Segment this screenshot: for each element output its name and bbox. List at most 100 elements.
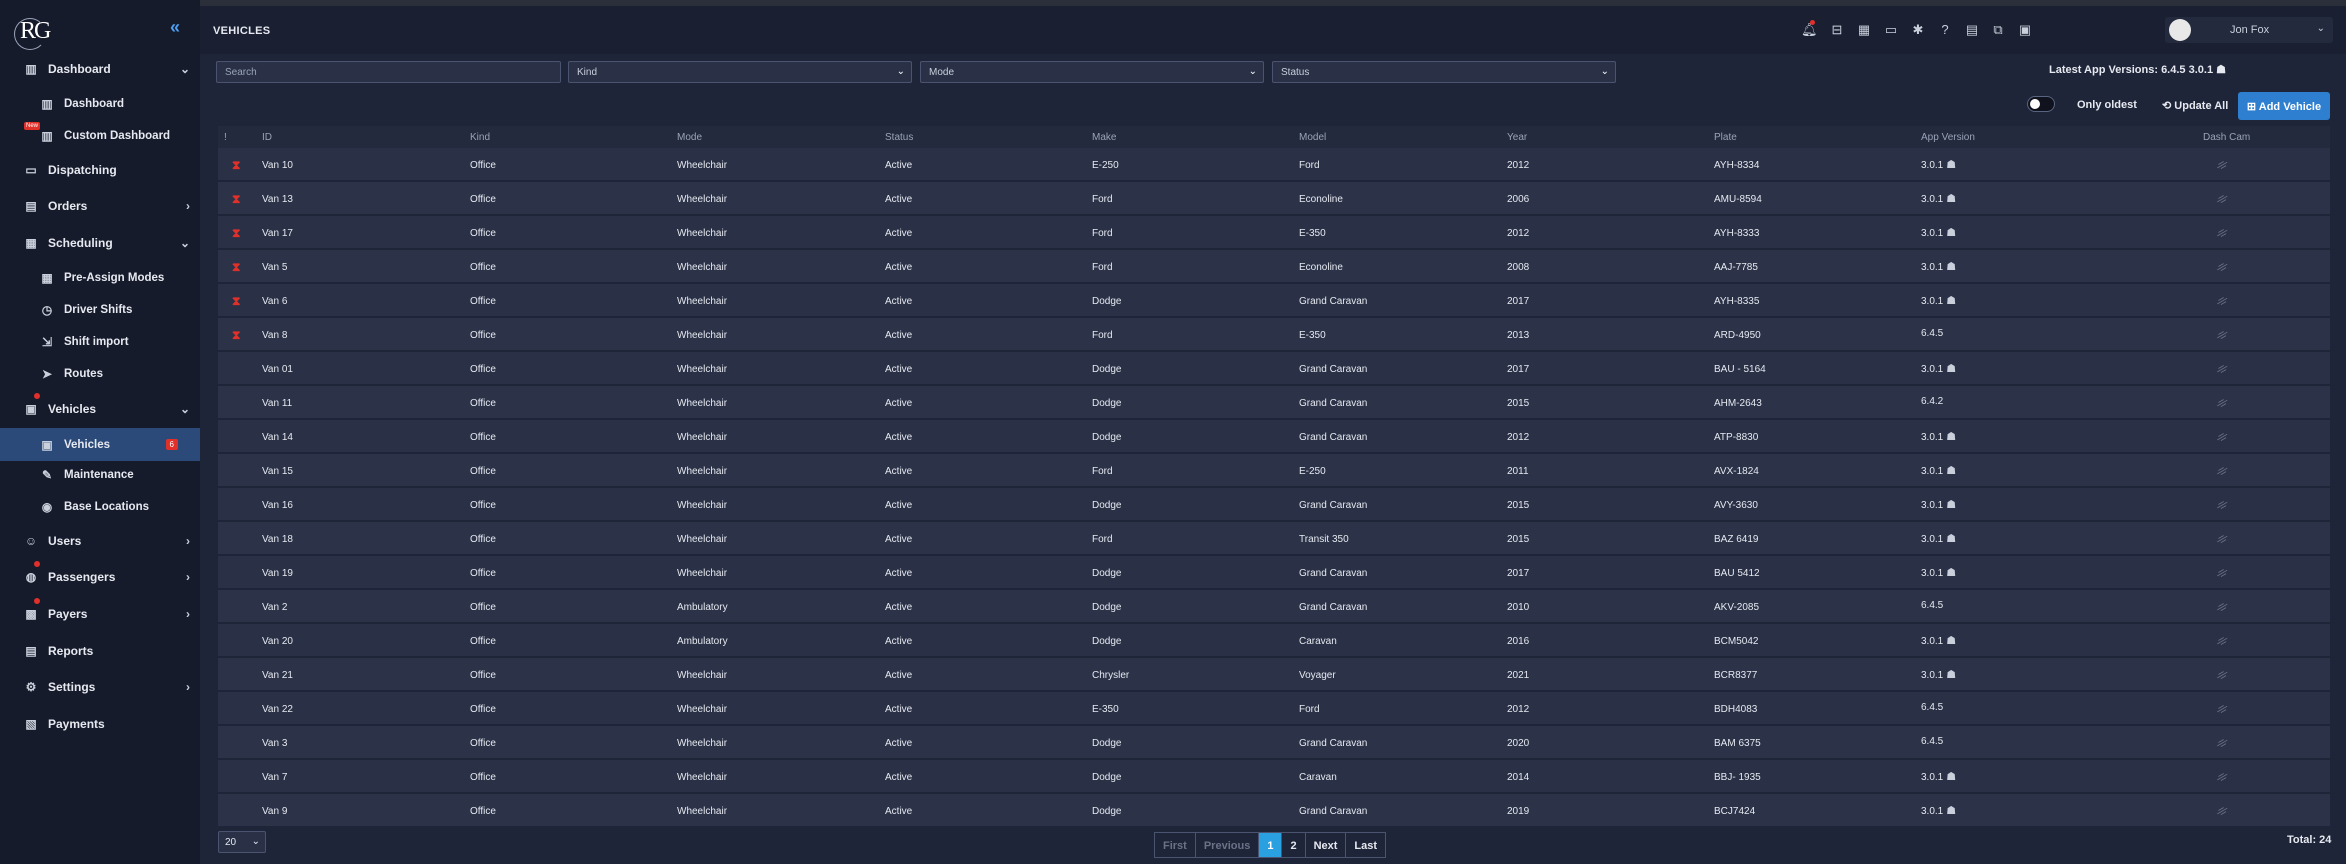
table-row[interactable]: ⧗ Van 8 Office Wheelchair Active Ford E-350 201… <box>218 318 2330 351</box>
app-logo[interactable]: RG <box>14 18 56 50</box>
nav-payers[interactable]: ▩ Payers › <box>0 600 200 628</box>
last-page-button[interactable]: Last <box>1345 832 1387 858</box>
dash-cam-icon[interactable]: ⌯ <box>2213 630 2232 651</box>
dash-cam-icon[interactable]: ⌯ <box>2213 664 2232 685</box>
table-row[interactable]: ⧗ Van 13 Office Wheelchair Active Ford Econoli… <box>218 182 2330 215</box>
nav-orders[interactable]: ▤ Orders › <box>0 192 200 220</box>
dash-cam-icon[interactable]: ⌯ <box>2213 800 2232 821</box>
table-row[interactable]: ⧗ Van 17 Office Wheelchair Active Ford E-350 20… <box>218 216 2330 249</box>
column-header-kind[interactable]: Kind <box>470 132 490 143</box>
nav-driver-shifts[interactable]: ◷ Driver Shifts <box>0 296 200 324</box>
nav-vehicles-sub[interactable]: ▣ Vehicles 6 <box>0 428 200 461</box>
per-page-select[interactable]: 20 ⌄ <box>218 831 266 853</box>
dash-cam-icon[interactable]: ⌯ <box>2213 528 2232 549</box>
table-row[interactable]: Van 22 Office Wheelchair Active E-350 Ford 201… <box>218 692 2330 725</box>
dash-cam-icon[interactable]: ⌯ <box>2213 256 2232 277</box>
table-row[interactable]: Van 21 Office Wheelchair Active Chrysler Voya… <box>218 658 2330 691</box>
table-row[interactable]: ⧗ Van 6 Office Wheelchair Active Dodge Grand C… <box>218 284 2330 317</box>
table-row[interactable]: Van 9 Office Wheelchair Active Dodge Grand Ca… <box>218 794 2330 827</box>
chat-icon[interactable]: ▭ <box>1883 22 1899 38</box>
dash-cam-icon[interactable]: ⌯ <box>2213 698 2232 719</box>
screen-share-icon[interactable]: ⧉ <box>1990 22 2006 38</box>
kind-select[interactable]: Kind ⌄ <box>568 61 912 83</box>
cell-plate: BDH4083 <box>1714 704 1758 715</box>
search-input[interactable] <box>225 67 552 78</box>
nav-settings[interactable]: ⚙ Settings › <box>0 673 200 701</box>
nav-passengers[interactable]: ◍ Passengers › <box>0 563 200 591</box>
previous-page-button[interactable]: Previous <box>1194 832 1260 858</box>
next-page-button[interactable]: Next <box>1304 832 1347 858</box>
nav-maintenance[interactable]: ✎ Maintenance <box>0 461 200 489</box>
update-all-button[interactable]: ⟲ Update All <box>2162 99 2228 112</box>
dash-cam-icon[interactable]: ⌯ <box>2213 766 2232 787</box>
page-2-button[interactable]: 2 <box>1281 832 1306 858</box>
nav-scheduling[interactable]: ▦ Scheduling ⌄ <box>0 229 200 257</box>
table-row[interactable]: Van 01 Office Wheelchair Active Dodge Grand C… <box>218 352 2330 385</box>
nav-reports[interactable]: ▤ Reports <box>0 637 200 665</box>
dash-cam-icon[interactable]: ⌯ <box>2213 358 2232 379</box>
table-row[interactable]: Van 15 Office Wheelchair Active Ford E-250 201… <box>218 454 2330 487</box>
search-field[interactable] <box>216 61 561 83</box>
table-row[interactable]: Van 18 Office Wheelchair Active Ford Transit … <box>218 522 2330 555</box>
column-header-year[interactable]: Year <box>1507 132 1527 143</box>
bug-icon[interactable]: ✱ <box>1910 22 1926 38</box>
collapse-sidebar-icon[interactable]: « <box>170 17 180 38</box>
dash-cam-icon[interactable]: ⌯ <box>2213 562 2232 583</box>
nav-pre-assign-modes[interactable]: ▦ Pre-Assign Modes <box>0 264 200 292</box>
video-icon[interactable]: ▣ <box>2017 22 2033 38</box>
dash-cam-icon[interactable]: ⌯ <box>2213 494 2232 515</box>
nav-dashboard[interactable]: ▥ Dashboard ⌄ <box>0 55 200 83</box>
nav-dispatching[interactable]: ▭ Dispatching <box>0 156 200 184</box>
table-row[interactable]: Van 14 Office Wheelchair Active Dodge Grand C… <box>218 420 2330 453</box>
table-row[interactable]: ⧗ Van 10 Office Wheelchair Active E-250 Ford 20… <box>218 148 2330 181</box>
table-row[interactable]: Van 2 Office Ambulatory Active Dodge Grand Ca… <box>218 590 2330 623</box>
dash-cam-icon[interactable]: ⌯ <box>2213 732 2232 753</box>
column-header-model[interactable]: Model <box>1299 132 1326 143</box>
table-row[interactable]: Van 11 Office Wheelchair Active Dodge Grand C… <box>218 386 2330 419</box>
nav-users[interactable]: ☺ Users › <box>0 527 200 555</box>
nav-vehicles[interactable]: ▣ Vehicles ⌄ <box>0 395 200 423</box>
first-page-button[interactable]: First <box>1154 832 1196 858</box>
document-icon[interactable]: ▤ <box>1964 22 1980 38</box>
mode-select[interactable]: Mode ⌄ <box>920 61 1264 83</box>
dash-cam-icon[interactable]: ⌯ <box>2213 596 2232 617</box>
nav-base-locations[interactable]: ◉ Base Locations <box>0 493 200 521</box>
inbox-icon[interactable]: ⊟ <box>1829 22 1845 38</box>
column-header-alert[interactable]: ! <box>224 132 227 143</box>
dash-cam-icon[interactable]: ⌯ <box>2213 392 2232 413</box>
dash-cam-icon[interactable]: ⌯ <box>2213 324 2232 345</box>
bar-chart-icon: ▥ <box>41 97 53 111</box>
page-1-button[interactable]: 1 <box>1258 832 1283 858</box>
nav-shift-import[interactable]: ⇲ Shift import <box>0 328 200 356</box>
dash-cam-icon[interactable]: ⌯ <box>2213 188 2232 209</box>
help-icon[interactable]: ? <box>1937 22 1953 38</box>
column-header-plate[interactable]: Plate <box>1714 132 1737 143</box>
dash-cam-icon[interactable]: ⌯ <box>2213 460 2232 481</box>
table-row[interactable]: Van 7 Office Wheelchair Active Dodge Caravan 2… <box>218 760 2330 793</box>
notification-bell-icon[interactable]: 🔔︎ <box>1801 22 1818 38</box>
table-row[interactable]: Van 20 Office Ambulatory Active Dodge Caravan… <box>218 624 2330 657</box>
column-header-id[interactable]: ID <box>262 132 272 143</box>
column-header-dash-cam[interactable]: Dash Cam <box>2203 132 2250 143</box>
nav-dashboard-sub[interactable]: ▥ Dashboard <box>0 90 200 118</box>
dash-cam-icon[interactable]: ⌯ <box>2213 154 2232 175</box>
table-row[interactable]: Van 16 Office Wheelchair Active Dodge Grand C… <box>218 488 2330 521</box>
dash-cam-icon[interactable]: ⌯ <box>2213 222 2232 243</box>
column-header-make[interactable]: Make <box>1092 132 1116 143</box>
status-select[interactable]: Status ⌄ <box>1272 61 1616 83</box>
column-header-status[interactable]: Status <box>885 132 913 143</box>
column-header-app-version[interactable]: App Version <box>1921 132 1975 143</box>
table-row[interactable]: ⧗ Van 5 Office Wheelchair Active Ford Econolin… <box>218 250 2330 283</box>
table-row[interactable]: Van 19 Office Wheelchair Active Dodge Grand C… <box>218 556 2330 589</box>
only-oldest-toggle[interactable] <box>2027 96 2055 112</box>
nav-custom-dashboard[interactable]: ▥ Custom Dashboard <box>0 122 200 150</box>
add-vehicle-button[interactable]: ⊞ Add Vehicle <box>2238 92 2330 120</box>
column-header-mode[interactable]: Mode <box>677 132 702 143</box>
nav-routes[interactable]: ➤ Routes <box>0 360 200 388</box>
table-row[interactable]: Van 3 Office Wheelchair Active Dodge Grand Ca… <box>218 726 2330 759</box>
board-icon[interactable]: ▦ <box>1856 22 1872 38</box>
dash-cam-icon[interactable]: ⌯ <box>2213 426 2232 447</box>
user-menu[interactable]: Jon Fox ⌄ <box>2165 17 2333 43</box>
dash-cam-icon[interactable]: ⌯ <box>2213 290 2232 311</box>
nav-payments[interactable]: ▧ Payments <box>0 710 200 738</box>
